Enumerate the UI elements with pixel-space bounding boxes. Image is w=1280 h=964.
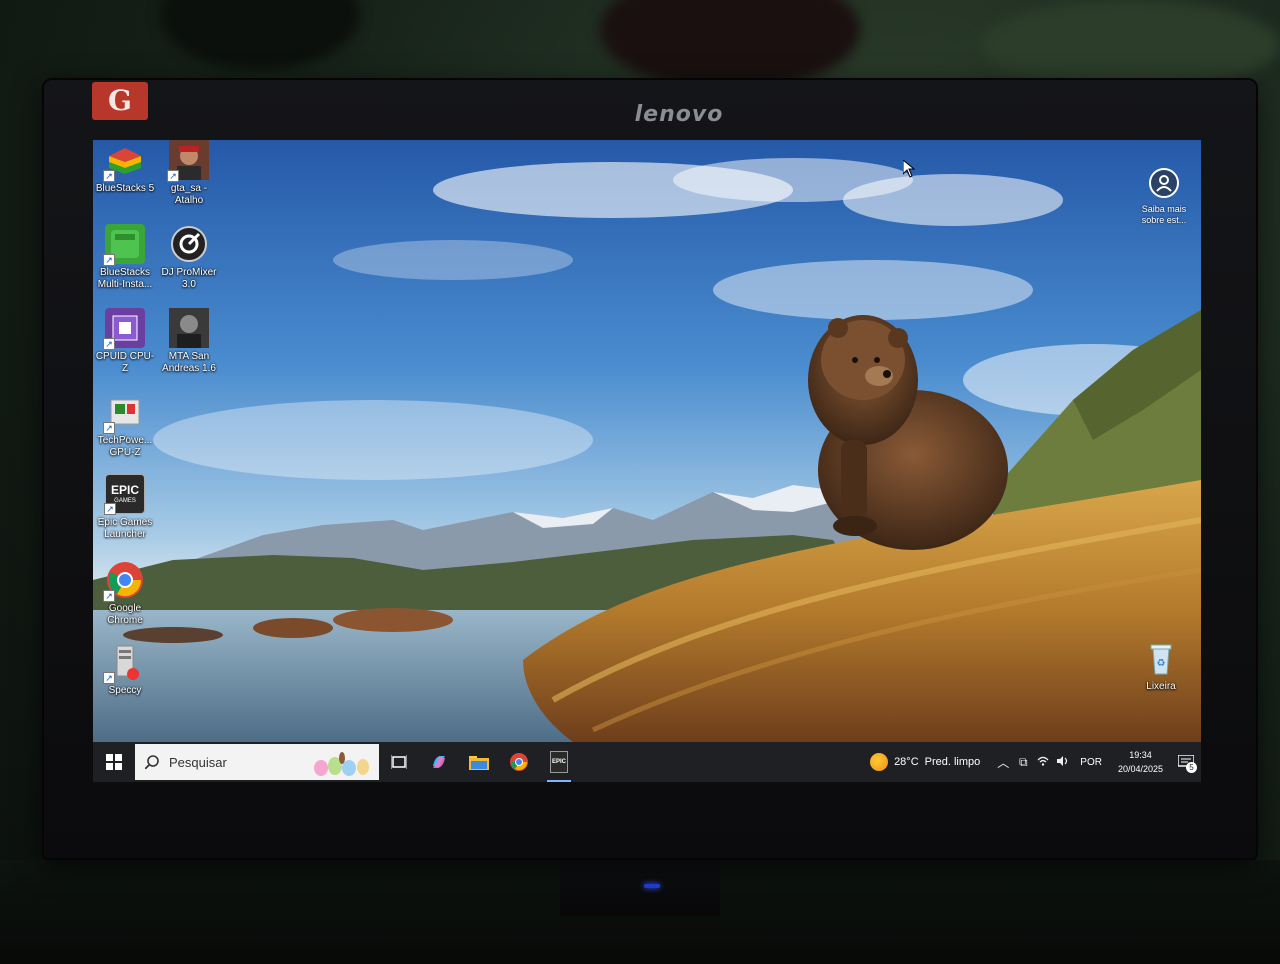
cpu-z-icon: ↗	[103, 308, 145, 350]
copilot-icon	[433, 756, 445, 768]
learn-more-widget[interactable]: Saiba mais sobre est...	[1139, 168, 1189, 226]
learn-more-icon	[1149, 168, 1179, 198]
background-object	[160, 0, 360, 70]
language-indicator[interactable]: POR	[1076, 757, 1106, 768]
desktop-icon-dj-promixer[interactable]: DJ ProMixer 3.0	[157, 224, 221, 291]
desktop-icon-chrome[interactable]: ↗ Google Chrome	[93, 560, 157, 627]
power-led	[644, 884, 660, 888]
bluestacks-icon: ↗	[103, 140, 145, 182]
recycle-bin-icon: ♻	[1141, 638, 1181, 678]
notification-badge: 5	[1186, 762, 1197, 773]
bluestacks-multi-instance-icon: ↗	[103, 224, 145, 266]
gta-sa-icon: ↗	[167, 140, 209, 182]
desktop-icon-recycle-bin[interactable]: ♻ Lixeira	[1129, 638, 1193, 693]
notification-center-button[interactable]: 5	[1175, 750, 1197, 774]
desktop-icon-gpu-z[interactable]: ↗ TechPowe... GPU-Z	[93, 392, 157, 459]
tray-overflow-chevron-icon[interactable]: ︿	[996, 754, 1010, 771]
brand-logo: lenovo	[634, 102, 724, 127]
task-view-icon	[391, 755, 407, 769]
epic-glyph-top: EPIC	[110, 483, 139, 497]
svg-text:♻: ♻	[1157, 658, 1166, 669]
folder-icon	[469, 756, 489, 770]
weather-widget[interactable]: 28°C Pred. limpo	[870, 753, 980, 771]
system-tray: 28°C Pred. limpo ︿ ⧉ POR 19:34 20/04/202…	[870, 742, 1201, 782]
desktop-icon-bluestacks-multi[interactable]: ↗ BlueStacks Multi-Insta...	[93, 224, 157, 291]
epic-games-icon: EPIC	[550, 751, 568, 773]
desktop-screen: ↗ BlueStacks 5 ↗ gta_sa - Atalho ↗ BlueS…	[93, 140, 1201, 782]
windows-logo-icon	[106, 754, 122, 770]
epic-games-icon: EPIC GAMES ↗	[104, 474, 145, 515]
chrome-icon	[510, 753, 528, 771]
clock[interactable]: 19:34 20/04/2025	[1112, 748, 1169, 776]
background-object	[600, 0, 860, 90]
weather-sun-icon	[870, 753, 889, 771]
speccy-icon: ↗	[103, 642, 145, 684]
search-placeholder: Pesquisar	[169, 754, 227, 770]
background-object	[980, 0, 1280, 90]
mta-san-andreas-icon	[169, 308, 209, 348]
desktop-icon-bluestacks[interactable]: ↗ BlueStacks 5	[93, 140, 157, 195]
sticker-logo: G	[92, 82, 148, 120]
wifi-icon[interactable]	[1036, 755, 1050, 769]
easter-eggs-icon	[314, 752, 369, 776]
learn-more-label: Saiba mais sobre est...	[1141, 204, 1187, 225]
start-button[interactable]	[93, 742, 135, 782]
task-view-button[interactable]	[379, 742, 419, 782]
weather-condition: Pred. limpo	[924, 756, 981, 768]
wallpaper	[93, 140, 1201, 782]
desktop-icon-speccy[interactable]: ↗ Speccy	[93, 642, 157, 697]
mouse-cursor-icon	[903, 160, 915, 178]
clock-date: 20/04/2025	[1117, 764, 1163, 774]
epic-taskbar-glyph: EPIC	[551, 759, 566, 765]
taskbar-search[interactable]: Pesquisar	[135, 744, 379, 780]
desktop-icon-gta-sa[interactable]: ↗ gta_sa - Atalho	[157, 140, 221, 207]
desktop-icon-epic-games[interactable]: EPIC GAMES ↗ Epic Games Launcher	[93, 474, 157, 541]
device-icon[interactable]: ⧉	[1016, 755, 1030, 770]
desktop-icon-mta[interactable]: MTA San Andreas 1.6	[157, 308, 221, 375]
clock-time: 19:34	[1129, 750, 1152, 760]
dj-promixer-icon	[169, 224, 209, 264]
taskbar: Pesquisar EPIC 28°C Pred. limpo ︿ ⧉ POR …	[93, 742, 1201, 782]
file-explorer-button[interactable]	[459, 742, 499, 782]
epic-games-taskbar-button[interactable]: EPIC	[539, 742, 579, 782]
desktop-icon-cpu-z[interactable]: ↗ CPUID CPU-Z	[93, 308, 157, 375]
gpu-z-icon: ↗	[103, 392, 145, 434]
volume-icon[interactable]	[1056, 755, 1070, 769]
copilot-button[interactable]	[419, 742, 459, 782]
search-icon	[145, 755, 159, 769]
chrome-icon: ↗	[103, 560, 145, 602]
weather-temp: 28°C	[894, 756, 919, 768]
chrome-taskbar-button[interactable]	[499, 742, 539, 782]
monitor-stand	[560, 856, 720, 916]
